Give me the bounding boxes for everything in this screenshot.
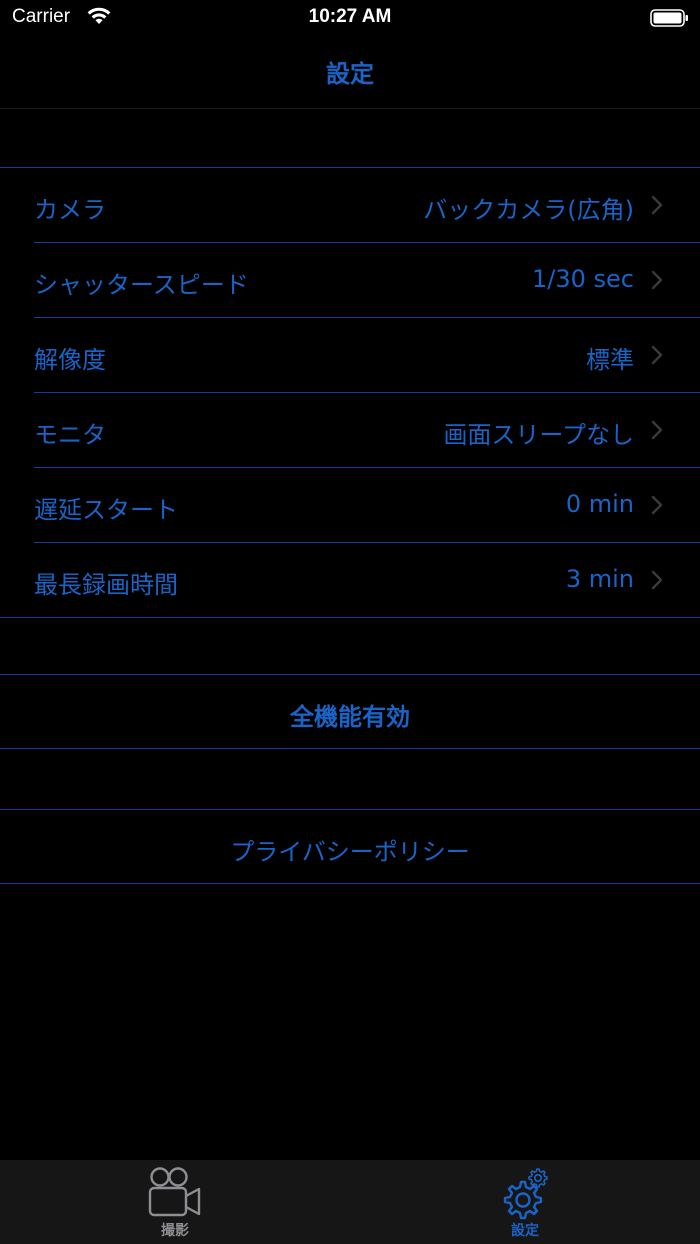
settings-group: カメラ バックカメラ(広角) シャッタースピード 1/30 sec 解像度 標準… bbox=[0, 167, 700, 618]
chevron-right-icon bbox=[651, 495, 663, 515]
monitor-label: モニタ bbox=[34, 421, 106, 449]
status-bar: Carrier 10:27 AM bbox=[0, 0, 700, 36]
shutter-speed-value: 1/30 sec bbox=[532, 265, 634, 293]
chevron-right-icon bbox=[651, 270, 663, 290]
shutter-speed-label: シャッタースピード bbox=[34, 271, 249, 299]
tab-settings-label: 設定 bbox=[511, 1223, 539, 1239]
chevron-right-icon bbox=[651, 345, 663, 365]
unlock-group: 全機能有効 bbox=[0, 674, 700, 749]
delayed-start-label: 遅延スタート bbox=[34, 496, 178, 524]
monitor-value: 画面スリープなし bbox=[443, 421, 634, 449]
settings-row-delayed-start[interactable]: 遅延スタート 0 min bbox=[34, 468, 700, 543]
unlock-all-button[interactable]: 全機能有効 bbox=[0, 675, 700, 748]
chevron-right-icon bbox=[651, 195, 663, 215]
delayed-start-value: 0 min bbox=[565, 490, 634, 518]
max-recording-time-value: 3 min bbox=[565, 565, 634, 593]
resolution-label: 解像度 bbox=[34, 346, 106, 374]
video-camera-icon bbox=[148, 1167, 201, 1217]
settings-row-resolution[interactable]: 解像度 標準 bbox=[34, 318, 700, 393]
battery-icon bbox=[650, 9, 688, 27]
page-title: 設定 bbox=[326, 60, 374, 88]
clock: 10:27 AM bbox=[308, 6, 392, 27]
resolution-value: 標準 bbox=[586, 346, 634, 374]
tab-bar: 撮影 設定 bbox=[0, 1160, 700, 1244]
privacy-group: プライバシーポリシー bbox=[0, 809, 700, 884]
camera-value: バックカメラ(広角) bbox=[423, 196, 634, 224]
settings-row-monitor[interactable]: モニタ 画面スリープなし bbox=[34, 393, 700, 468]
privacy-policy-button[interactable]: プライバシーポリシー bbox=[0, 810, 700, 883]
settings-screen: Carrier 10:27 AM 設定 カメラ バックカメラ(広角) シャッター… bbox=[0, 0, 700, 1244]
max-recording-time-label: 最長録画時間 bbox=[34, 571, 178, 599]
tab-capture[interactable]: 撮影 bbox=[0, 1160, 350, 1244]
gear-icon bbox=[503, 1168, 548, 1220]
settings-row-shutter-speed[interactable]: シャッタースピード 1/30 sec bbox=[34, 243, 700, 318]
settings-row-max-recording-time[interactable]: 最長録画時間 3 min bbox=[34, 543, 700, 617]
tab-capture-label: 撮影 bbox=[161, 1223, 189, 1239]
chevron-right-icon bbox=[651, 420, 663, 440]
settings-row-camera[interactable]: カメラ バックカメラ(広角) bbox=[34, 168, 700, 243]
unlock-all-label: 全機能有効 bbox=[290, 703, 410, 731]
navigation-bar: 設定 bbox=[0, 36, 700, 109]
chevron-right-icon bbox=[651, 570, 663, 590]
camera-label: カメラ bbox=[34, 196, 106, 224]
privacy-policy-label: プライバシーポリシー bbox=[230, 838, 470, 866]
tab-settings[interactable]: 設定 bbox=[350, 1160, 700, 1244]
